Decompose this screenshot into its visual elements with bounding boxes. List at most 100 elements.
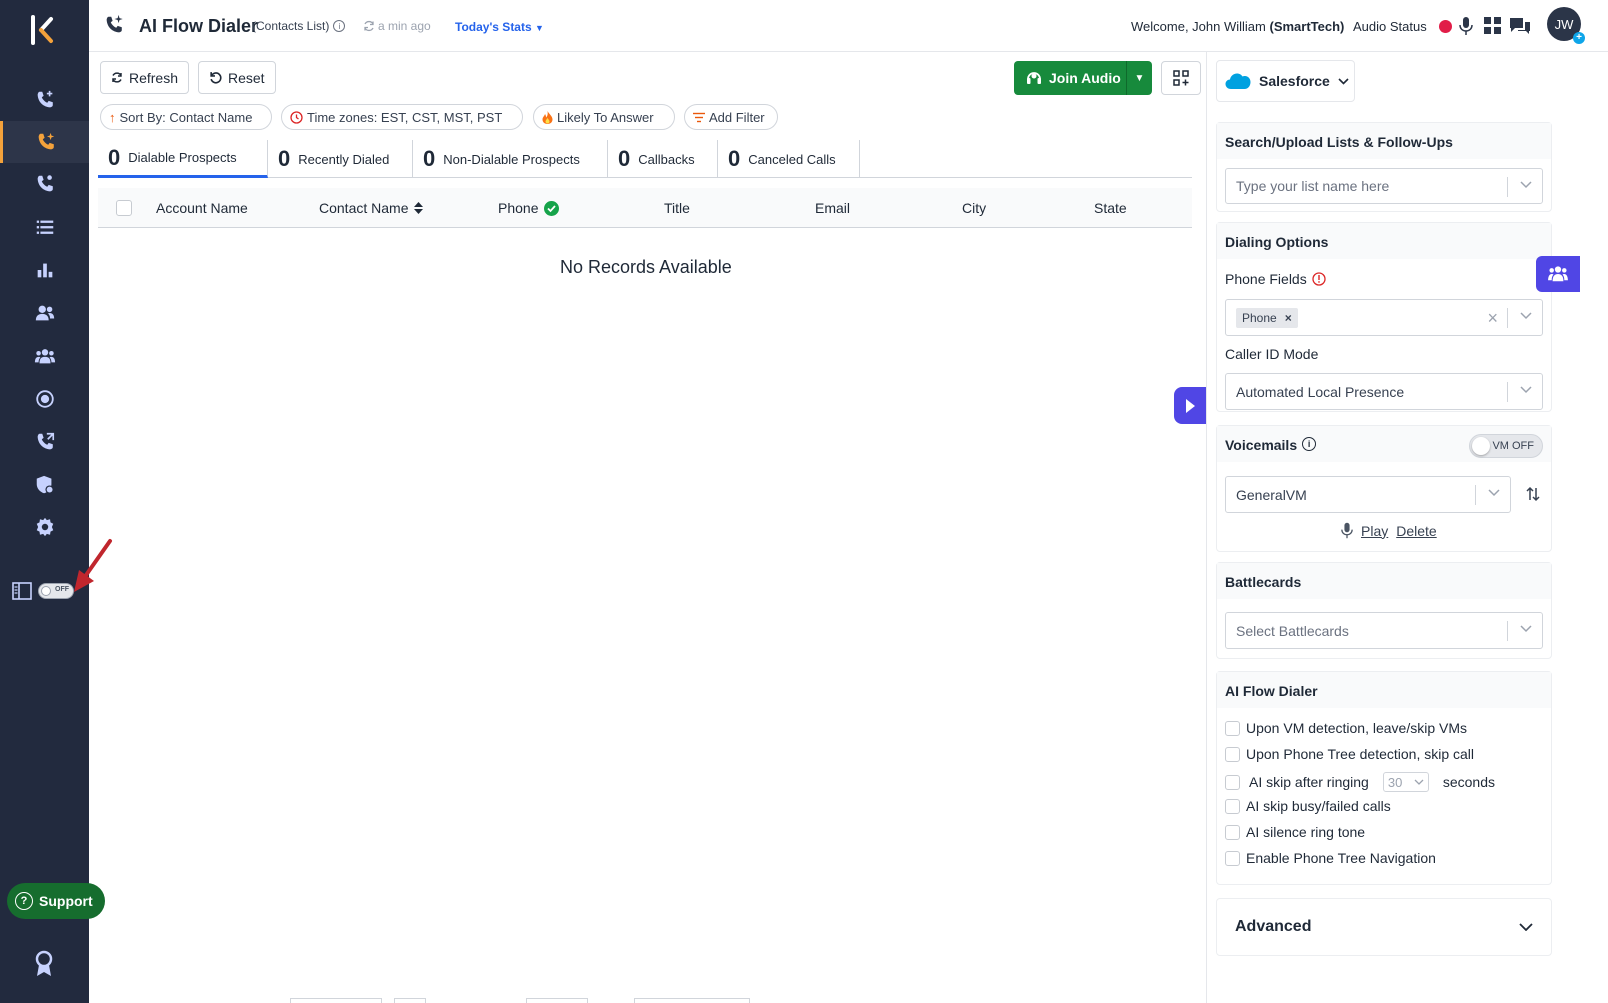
apps-grid-icon[interactable] xyxy=(1484,17,1501,34)
tab-recently-dialed[interactable]: 0 Recently Dialed xyxy=(268,140,413,178)
welcome-text: Welcome, John William (SmartTech) xyxy=(1131,19,1344,34)
battlecards-select[interactable]: Select Battlecards xyxy=(1225,612,1543,649)
tab-dialable-prospects[interactable]: 0 Dialable Prospects xyxy=(98,140,268,178)
join-audio-button[interactable]: Join Audio ▼ xyxy=(1014,61,1152,95)
page-title: AI Flow Dialer xyxy=(139,16,259,36)
tab-count: 0 xyxy=(278,146,291,171)
column-phone[interactable]: Phone xyxy=(498,200,560,216)
tab-canceled-calls[interactable]: 0 Canceled Calls xyxy=(718,140,860,178)
pagination-fragments xyxy=(290,998,750,1003)
add-filter-chip[interactable]: Add Filter xyxy=(684,104,778,130)
panel-collapse-button[interactable] xyxy=(1174,387,1206,424)
support-button[interactable]: ? Support xyxy=(7,883,105,919)
list-search-input[interactable]: Type your list name here xyxy=(1225,168,1543,204)
info-icon[interactable]: i xyxy=(1302,437,1317,451)
chevron-down-icon[interactable] xyxy=(1488,489,1500,497)
app-logo-icon[interactable] xyxy=(29,14,61,46)
user-name: Welcome, John William xyxy=(1131,19,1266,34)
clock-icon xyxy=(290,110,303,124)
battlecards-title: Battlecards xyxy=(1217,563,1551,599)
chevron-down-icon[interactable] xyxy=(1520,625,1532,633)
microphone-icon[interactable] xyxy=(1459,17,1473,35)
remove-tag-icon[interactable]: × xyxy=(1285,311,1292,325)
column-state[interactable]: State xyxy=(1094,200,1127,216)
avatar-plus-icon[interactable]: + xyxy=(1573,32,1585,44)
checkbox[interactable] xyxy=(1225,720,1240,736)
nav-lists-icon[interactable] xyxy=(0,206,89,248)
tab-callbacks[interactable]: 0 Callbacks xyxy=(608,140,718,178)
play-voicemail-link[interactable]: Play xyxy=(1361,523,1388,539)
option-skip-after-ringing[interactable]: AI skip after ringing 30 seconds xyxy=(1225,772,1495,792)
chevron-down-icon xyxy=(1414,779,1424,785)
award-badge-icon[interactable] xyxy=(34,950,54,978)
advanced-accordion[interactable]: Advanced xyxy=(1216,898,1552,956)
nav-ai-flow-dialer-icon[interactable] xyxy=(0,121,89,163)
last-updated[interactable]: a min ago xyxy=(363,19,431,33)
side-panel-toggle[interactable]: OFF xyxy=(38,583,74,599)
audio-status-label: Audio Status xyxy=(1353,19,1427,34)
column-account-name[interactable]: Account Name xyxy=(156,200,248,216)
option-phone-tree-navigation[interactable]: Enable Phone Tree Navigation xyxy=(1225,850,1436,866)
column-city[interactable]: City xyxy=(962,200,986,216)
reset-button[interactable]: Reset xyxy=(198,61,276,94)
phone-fields-select[interactable]: Phone × × xyxy=(1225,299,1543,336)
clear-icon[interactable]: × xyxy=(1487,308,1498,329)
add-filter-label: Add Filter xyxy=(709,109,765,125)
todays-stats-dropdown[interactable]: Today's Stats ▼ xyxy=(455,20,544,34)
support-label: Support xyxy=(39,893,93,909)
column-email[interactable]: Email xyxy=(815,200,850,216)
option-silence-ring[interactable]: AI silence ring tone xyxy=(1225,824,1365,840)
voicemail-select[interactable]: GeneralVM xyxy=(1225,476,1511,513)
column-contact-name[interactable]: Contact Name xyxy=(319,200,424,216)
option-vm-detection[interactable]: Upon VM detection, leave/skip VMs xyxy=(1225,720,1467,736)
alert-info-icon[interactable] xyxy=(1312,272,1326,286)
chat-icon[interactable] xyxy=(1509,17,1531,35)
info-icon[interactable]: i xyxy=(333,20,346,32)
voicemail-actions: Play Delete xyxy=(1341,522,1437,539)
option-skip-busy[interactable]: AI skip busy/failed calls xyxy=(1225,798,1391,814)
tab-non-dialable-prospects[interactable]: 0 Non-Dialable Prospects xyxy=(413,140,608,178)
nav-contacts-icon[interactable] xyxy=(0,292,89,334)
annotation-arrow-icon xyxy=(70,538,114,594)
delete-voicemail-link[interactable]: Delete xyxy=(1396,523,1436,539)
chevron-down-icon[interactable] xyxy=(1520,312,1532,320)
list-search-placeholder: Type your list name here xyxy=(1236,178,1390,194)
select-all-checkbox[interactable] xyxy=(116,200,132,216)
caller-id-select[interactable]: Automated Local Presence xyxy=(1225,373,1543,410)
sort-chip[interactable]: ↑ Sort By: Contact Name xyxy=(100,104,272,130)
nav-call-forward-icon[interactable] xyxy=(0,421,89,463)
nav-multi-dialer-icon[interactable] xyxy=(0,163,89,205)
checkbox[interactable] xyxy=(1225,798,1240,814)
company-name: (SmartTech) xyxy=(1269,19,1345,34)
nav-security-shield-icon[interactable] xyxy=(0,464,89,506)
checkbox[interactable] xyxy=(1225,774,1240,790)
checkbox[interactable] xyxy=(1225,746,1240,762)
caller-id-label: Caller ID Mode xyxy=(1225,346,1319,362)
refresh-button[interactable]: Refresh xyxy=(100,61,189,94)
crm-selector[interactable]: Salesforce xyxy=(1216,60,1355,102)
swap-sort-icon[interactable] xyxy=(1525,486,1541,502)
nav-recordings-icon[interactable] xyxy=(0,378,89,420)
option-phone-tree-detection[interactable]: Upon Phone Tree detection, skip call xyxy=(1225,746,1474,762)
checkbox[interactable] xyxy=(1225,850,1240,866)
checkbox[interactable] xyxy=(1225,824,1240,840)
crm-label: Salesforce xyxy=(1259,73,1330,89)
floating-team-button[interactable] xyxy=(1536,256,1580,292)
chevron-down-icon[interactable] xyxy=(1520,181,1532,189)
timezones-chip[interactable]: Time zones: EST, CST, MST, PST xyxy=(281,104,523,130)
ai-dialer-phone-icon xyxy=(103,14,125,36)
vm-toggle[interactable]: VM OFF xyxy=(1469,434,1543,458)
nav-phone-add-icon[interactable] xyxy=(0,79,89,121)
tab-label: Non-Dialable Prospects xyxy=(443,151,580,167)
join-audio-label: Join Audio xyxy=(1049,70,1121,86)
fire-icon xyxy=(542,110,553,124)
nav-teams-icon[interactable] xyxy=(0,335,89,377)
chevron-down-icon[interactable] xyxy=(1520,386,1532,394)
layout-grid-button[interactable] xyxy=(1161,61,1201,95)
likely-to-answer-chip[interactable]: Likely To Answer xyxy=(533,104,675,130)
ring-seconds-select[interactable]: 30 xyxy=(1382,772,1429,792)
dialing-options-card: Dialing Options Phone Fields Phone × × C… xyxy=(1216,222,1552,412)
column-title[interactable]: Title xyxy=(664,200,690,216)
nav-analytics-icon[interactable] xyxy=(0,249,89,291)
join-audio-options-caret-icon[interactable]: ▼ xyxy=(1126,61,1152,95)
